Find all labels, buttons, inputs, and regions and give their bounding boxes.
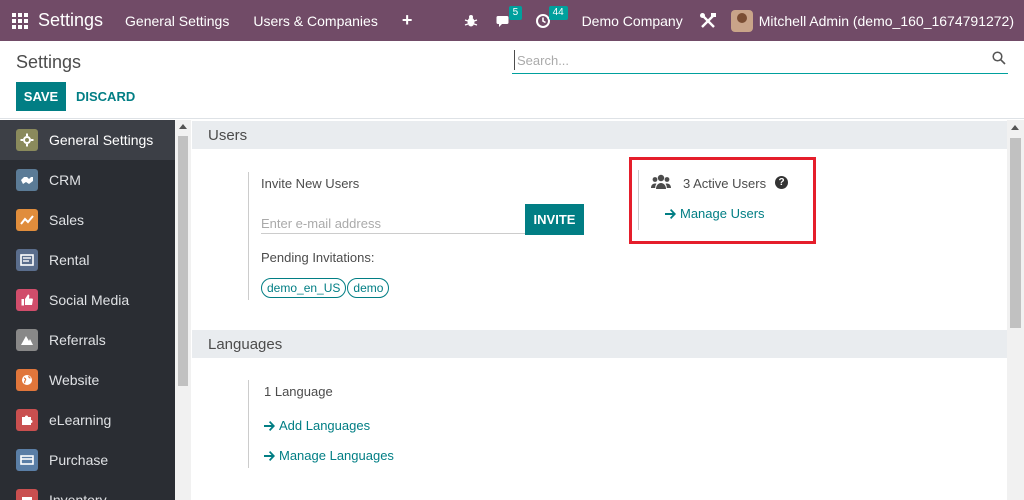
sidebar-item-label: Sales [49, 212, 85, 228]
globe-icon [16, 369, 38, 391]
sidebar-item-elearning[interactable]: eLearning [0, 400, 175, 440]
chart-icon [16, 209, 38, 231]
rental-icon [16, 249, 38, 271]
sidebar-item-label: Referrals [49, 332, 106, 348]
scroll-up-arrow-icon[interactable] [1011, 125, 1019, 130]
puzzle-icon [16, 409, 38, 431]
invite-title: Invite New Users [261, 176, 360, 191]
sidebar-item-social-media[interactable]: Social Media [0, 280, 175, 320]
settings-content: Users Invite New Users INVITE Pending In… [192, 120, 1007, 500]
card-icon [16, 449, 38, 471]
tools-icon[interactable] [699, 12, 717, 30]
settings-sidebar: General Settings CRM Sales Rental Social… [0, 120, 175, 500]
pending-invitations-label: Pending Invitations: [261, 250, 375, 265]
top-navbar: Settings General Settings Users & Compan… [0, 0, 1024, 41]
page-title: Settings [16, 52, 82, 72]
invite-button[interactable]: INVITE [525, 204, 584, 235]
activities-clock-icon[interactable]: 44 [535, 5, 568, 28]
users-section-header: Users [192, 121, 1007, 149]
language-count: 1 Language [264, 384, 333, 399]
navbar-systray: 5 44 Demo Company Mitchell Admin (demo_1… [464, 0, 1024, 41]
invite-users-setting: Invite New Users INVITE Pending Invitati… [248, 172, 588, 300]
apps-grid-icon[interactable] [12, 12, 28, 29]
search-input[interactable] [514, 50, 984, 70]
sidebar-item-label: Social Media [49, 292, 130, 308]
gear-icon [16, 129, 38, 151]
email-input[interactable] [261, 208, 525, 234]
arrow-right-icon [264, 450, 275, 461]
manage-languages-link[interactable]: Manage Languages [264, 448, 394, 463]
discard-button[interactable]: DISCARD [76, 82, 135, 111]
sidebar-item-label: Rental [49, 252, 90, 268]
arrow-right-icon [665, 208, 676, 219]
search-bar [512, 48, 1008, 74]
menu-plus-icon[interactable]: + [402, 10, 413, 31]
mountain-icon [16, 329, 38, 351]
sidebar-item-website[interactable]: Website [0, 360, 175, 400]
handshake-icon [16, 169, 38, 191]
sidebar-scrollbar[interactable] [175, 120, 191, 500]
search-icon[interactable] [992, 51, 1006, 70]
sidebar-item-purchase[interactable]: Purchase [0, 440, 175, 480]
scrollbar-thumb[interactable] [178, 136, 188, 386]
sidebar-item-label: CRM [49, 172, 81, 188]
active-users-count: 3 Active Users [683, 176, 767, 191]
arrow-right-icon [264, 420, 275, 431]
sidebar-item-label: eLearning [49, 412, 112, 428]
languages-section-header: Languages [192, 330, 1007, 358]
messages-count-badge: 5 [508, 5, 523, 20]
help-question-icon[interactable]: ? [775, 176, 788, 189]
scrollbar-thumb[interactable] [1010, 138, 1021, 328]
add-languages-link[interactable]: Add Languages [264, 418, 370, 433]
pending-tags: demo_en_US demo [261, 278, 390, 298]
activities-count-badge: 44 [548, 5, 568, 20]
sidebar-item-sales[interactable]: Sales [0, 200, 175, 240]
thumbs-up-icon [16, 289, 38, 311]
menu-users-companies[interactable]: Users & Companies [253, 13, 378, 29]
sidebar-item-rental[interactable]: Rental [0, 240, 175, 280]
manage-users-link[interactable]: Manage Users [665, 206, 765, 221]
control-panel: Settings SAVE DISCARD [0, 41, 1024, 119]
messages-chat-icon[interactable]: 5 [496, 5, 523, 28]
pending-tag[interactable]: demo_en_US [261, 278, 347, 298]
save-button[interactable]: SAVE [16, 82, 66, 111]
pending-tag[interactable]: demo [347, 278, 390, 298]
active-users-setting: 3 Active Users ? Manage Users [638, 170, 808, 230]
sidebar-item-referrals[interactable]: Referrals [0, 320, 175, 360]
user-avatar[interactable] [730, 9, 753, 32]
sidebar-item-general-settings[interactable]: General Settings [0, 120, 175, 160]
sidebar-item-label: Inventory [49, 492, 107, 500]
box-icon [16, 489, 38, 500]
manage-languages-label: Manage Languages [279, 448, 394, 463]
sidebar-item-inventory[interactable]: Inventory [0, 480, 175, 500]
manage-users-label: Manage Users [680, 206, 765, 221]
sidebar-item-label: General Settings [49, 132, 154, 148]
menu-general-settings[interactable]: General Settings [125, 13, 229, 29]
sidebar-item-crm[interactable]: CRM [0, 160, 175, 200]
sidebar-item-label: Purchase [49, 452, 109, 468]
content-scrollbar[interactable] [1007, 120, 1024, 500]
add-languages-label: Add Languages [279, 418, 371, 433]
user-menu[interactable]: Mitchell Admin (demo_160_1674791272) [759, 13, 1014, 29]
users-group-icon [651, 174, 671, 195]
app-brand[interactable]: Settings [38, 10, 103, 31]
scroll-up-arrow-icon[interactable] [179, 124, 187, 129]
company-switcher[interactable]: Demo Company [582, 13, 683, 29]
debug-bug-icon[interactable] [464, 14, 478, 28]
sidebar-item-label: Website [49, 372, 100, 388]
languages-setting: 1 Language Add Languages Manage Language… [248, 380, 548, 468]
